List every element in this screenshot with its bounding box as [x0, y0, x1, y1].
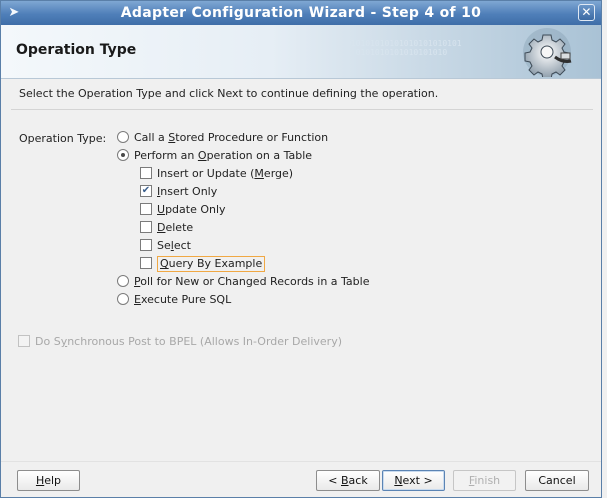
back-button[interactable]: < Back — [316, 470, 380, 491]
close-icon: ✕ — [581, 5, 592, 19]
focus-outline: Query By Example — [157, 256, 266, 272]
checkbox-box[interactable] — [140, 167, 152, 179]
next-button[interactable]: Next > — [382, 470, 445, 491]
checkbox-select[interactable]: Select — [140, 238, 191, 254]
radio-indicator[interactable] — [117, 275, 129, 287]
radio-perform-table-operation[interactable]: Perform an Operation on a Table — [117, 148, 312, 164]
checkbox-query-by-example[interactable]: Query By Example — [140, 256, 266, 272]
arrow-icon: ➤ — [8, 5, 20, 20]
page-title: Operation Type — [16, 42, 137, 58]
checkbox-update-only[interactable]: Update Only — [140, 202, 226, 218]
check-mark-icon: ✔ — [141, 185, 151, 196]
checkbox-box[interactable] — [140, 203, 152, 215]
checkbox-delete[interactable]: Delete — [140, 220, 193, 236]
checkbox-box-disabled — [18, 335, 30, 347]
window-title: Adapter Configuration Wizard - Step 4 of… — [120, 5, 482, 21]
finish-button: Finish — [453, 470, 516, 491]
cancel-button[interactable]: Cancel — [525, 470, 589, 491]
checkbox-box[interactable] — [140, 257, 152, 269]
footer-divider — [1, 461, 601, 462]
title-bar[interactable]: ➤ Adapter Configuration Wizard - Step 4 … — [1, 1, 601, 25]
wizard-dialog: ➤ Adapter Configuration Wizard - Step 4 … — [0, 0, 602, 498]
radio-indicator-selected[interactable] — [117, 149, 129, 161]
checkbox-box[interactable] — [140, 221, 152, 233]
divider — [11, 109, 593, 110]
radio-indicator[interactable] — [117, 293, 129, 305]
instruction-text: Select the Operation Type and click Next… — [19, 87, 439, 100]
operation-type-label: Operation Type: — [19, 132, 107, 145]
radio-poll-records[interactable]: Poll for New or Changed Records in a Tab… — [117, 274, 369, 290]
checkbox-synchronous-post: Do Synchronous Post to BPEL (Allows In-O… — [18, 334, 342, 350]
radio-indicator[interactable] — [117, 131, 129, 143]
radio-execute-pure-sql[interactable]: Execute Pure SQL — [117, 292, 231, 308]
checkbox-box-checked[interactable]: ✔ — [140, 185, 152, 197]
checkbox-insert-or-update[interactable]: Insert or Update (Merge) — [140, 166, 293, 182]
checkbox-box[interactable] — [140, 239, 152, 251]
close-button[interactable]: ✕ — [578, 4, 595, 21]
background-strip — [602, 0, 607, 498]
banner-binary-text: 010101010101010101010101 010101010101010… — [346, 39, 462, 57]
checkbox-insert-only[interactable]: ✔ Insert Only — [140, 184, 217, 200]
radio-call-stored-procedure[interactable]: Call a Stored Procedure or Function — [117, 130, 328, 146]
wizard-header: Operation Type 010101010101010101010101 … — [1, 25, 601, 79]
help-button[interactable]: Help — [17, 470, 80, 491]
gear-plug-icon — [523, 28, 572, 77]
